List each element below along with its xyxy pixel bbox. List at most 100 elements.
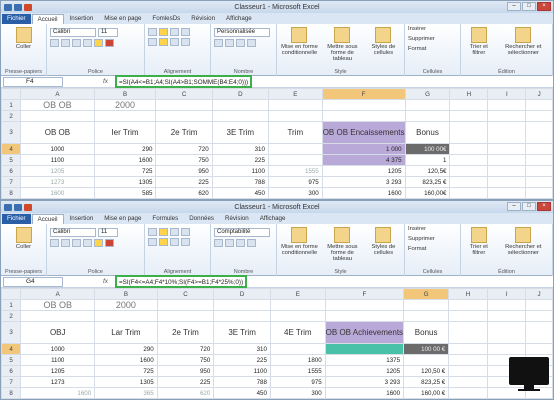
cell-h5[interactable] [448,354,488,366]
decimal-icon[interactable] [247,39,256,47]
underline-icon[interactable] [72,239,81,247]
cell-h6[interactable] [449,165,489,177]
column-header-d[interactable]: D [213,288,271,300]
cell-c1[interactable] [155,99,213,111]
cell-g5[interactable]: 1 [404,154,451,166]
cell-h6[interactable] [448,365,488,377]
column-header-i[interactable]: I [487,88,527,100]
row-header[interactable]: 1 [1,99,22,111]
tab-review[interactable]: Révision [220,214,254,224]
row-header[interactable]: 2 [1,310,22,322]
cell-g4[interactable]: 100 00 € [403,343,450,355]
cell-h2[interactable] [449,110,489,122]
sort-filter-button[interactable]: Trier et filtrer [464,226,494,274]
cell-g1[interactable] [403,299,450,311]
cell-d1[interactable] [211,99,269,111]
formula-input[interactable]: =SI(F4<=A4;F4*10%;SI(F4>=B1;F4*25%;0)) [115,275,248,288]
cell-h8[interactable] [448,387,488,399]
row-header[interactable]: 1 [1,299,22,311]
cell-c5[interactable]: 750 [155,154,213,166]
cell-b3[interactable]: Lar Trim [94,321,158,344]
row-header[interactable]: 5 [1,154,22,166]
cell-g6[interactable]: 120,5€ [404,165,451,177]
row-header[interactable]: 2 [1,110,22,122]
cell-g3[interactable]: Bonus [403,321,450,344]
cell-g8[interactable]: 160,00€ [404,187,451,199]
insert-button[interactable]: Insérer [408,26,457,32]
cell-i2[interactable] [487,110,527,122]
cell-a1[interactable]: OB OB [20,299,96,311]
tab-file[interactable]: Fichier [2,14,31,24]
cell-d2[interactable] [211,110,269,122]
tab-insert[interactable]: Insertion [65,14,99,24]
font-name-select[interactable]: Calibri [50,28,96,37]
column-header-a[interactable]: A [20,288,96,300]
cell-j4[interactable] [525,143,553,155]
maximize-button[interactable]: □ [522,2,536,11]
cell-j2[interactable] [525,310,553,322]
cell-b2[interactable] [94,310,158,322]
column-header-a[interactable]: A [20,88,95,100]
fill-color-icon[interactable] [94,239,103,247]
cell-a4[interactable]: 1000 [20,143,95,155]
paste-icon[interactable] [15,227,32,243]
cell-c4[interactable]: 720 [156,343,215,355]
cell-i4[interactable] [486,343,527,355]
column-header-c[interactable]: C [155,88,213,100]
column-header-i[interactable]: I [486,288,527,300]
fx-icon[interactable]: fx [103,278,113,285]
cell-d4[interactable]: 310 [211,143,269,155]
cell-g8[interactable]: 160,00 € [403,387,450,399]
row-header[interactable]: 4 [1,343,22,355]
column-header-f[interactable]: F [324,288,405,300]
cell-f1[interactable] [321,99,406,111]
cell-b3[interactable]: Ier Trim [93,121,157,144]
cell-f7[interactable]: 3 293 [321,176,406,188]
cell-b8[interactable]: 585 [93,187,157,199]
wrap-text-icon[interactable] [181,228,190,236]
cell-f6[interactable]: 1205 [321,165,406,177]
italic-icon[interactable] [61,239,70,247]
cell-h5[interactable] [449,154,489,166]
cell-g4[interactable]: 100 00€ [404,143,451,155]
cell-j6[interactable] [525,165,553,177]
cell-a8[interactable]: 1600 [20,187,95,199]
cell-e4[interactable] [267,143,323,155]
cell-j3[interactable] [525,121,553,144]
cell-d6[interactable]: 1100 [213,365,271,377]
cell-e1[interactable] [269,299,326,311]
cell-j4[interactable] [525,343,553,355]
cell-h7[interactable] [449,176,489,188]
cell-f5[interactable]: 4 375 [321,154,406,166]
cell-c1[interactable] [156,299,215,311]
merge-icon[interactable] [181,38,190,46]
cell-h3[interactable] [449,121,489,144]
minimize-button[interactable]: – [507,2,521,11]
cell-b4[interactable]: 290 [93,143,157,155]
cell-f1[interactable] [324,299,405,311]
format-button[interactable]: Format [408,246,457,252]
thousands-icon[interactable] [236,239,245,247]
maximize-button[interactable]: □ [522,202,536,211]
cell-f2[interactable] [321,110,406,122]
row-header[interactable]: 4 [1,143,22,155]
cell-c4[interactable]: 720 [155,143,213,155]
cell-e7[interactable]: 975 [267,176,323,188]
row-header[interactable]: 8 [1,187,22,199]
cell-i3[interactable] [487,121,527,144]
align-middle-icon[interactable] [159,28,168,36]
cell-c6[interactable]: 950 [156,365,215,377]
italic-icon[interactable] [61,39,70,47]
cell-i4[interactable] [487,143,527,155]
tab-home[interactable]: Accueil [31,14,64,24]
tab-home[interactable]: Accueil [31,214,64,224]
currency-icon[interactable] [214,39,223,47]
number-format-select[interactable]: Comptabilité [214,228,270,237]
font-size-select[interactable]: 11 [98,228,118,237]
row-header[interactable]: 6 [1,365,22,377]
cell-e5[interactable] [267,154,323,166]
column-header-j[interactable]: J [525,88,553,100]
cell-j5[interactable] [525,154,553,166]
font-color-icon[interactable] [105,239,114,247]
cell-g7[interactable]: 823,25 € [403,376,450,388]
